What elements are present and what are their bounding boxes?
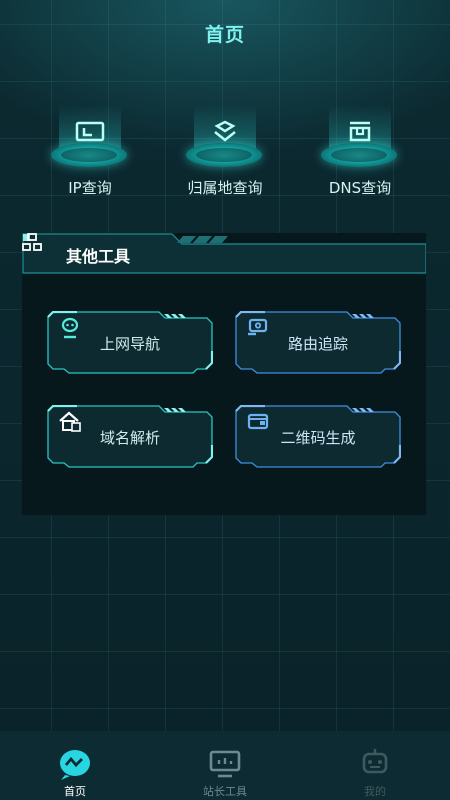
page-title: 首页 <box>204 24 245 46</box>
tab-home-label: 首页 <box>64 785 86 798</box>
qrcode-generate-card[interactable]: 二维码生成 <box>235 405 401 469</box>
panel-header: 其他工具 <box>22 233 426 274</box>
tab-webmaster-tools-label: 站长工具 <box>203 785 247 798</box>
panel-title: 其他工具 <box>66 247 131 266</box>
tab-mine[interactable]: 我的 <box>300 731 450 800</box>
web-navigation-card[interactable]: 上网导航 <box>47 311 213 375</box>
tab-mine-label: 我的 <box>364 785 386 798</box>
tab-home[interactable]: 首页 <box>0 731 150 800</box>
domain-resolve-card[interactable]: 域名解析 <box>47 405 213 469</box>
dns-query-button[interactable]: DNS查询 <box>305 105 415 205</box>
dns-query-label: DNS查询 <box>328 179 392 197</box>
route-trace-label: 路由追踪 <box>287 335 348 353</box>
ip-query-button[interactable]: IP查询 <box>35 105 145 205</box>
dns-icon <box>349 121 371 142</box>
location-query-label: 归属地查询 <box>187 179 263 197</box>
route-trace-card[interactable]: 路由追踪 <box>235 311 401 375</box>
tools-grid-icon <box>22 233 42 251</box>
location-query-button[interactable]: 归属地查询 <box>170 105 280 205</box>
web-navigation-label: 上网导航 <box>99 335 160 353</box>
ip-icon <box>75 121 105 142</box>
home-wave-icon <box>60 750 90 780</box>
tab-webmaster-tools[interactable]: 站长工具 <box>150 731 300 800</box>
domain-resolve-label: 域名解析 <box>99 429 160 447</box>
qrcode-generate-label: 二维码生成 <box>280 429 356 447</box>
other-tools-panel: 其他工具 上网导航 路由追踪 域名解析 二维码生成 <box>22 233 426 515</box>
ip-query-label: IP查询 <box>68 179 112 197</box>
robot-face-icon <box>362 749 388 774</box>
top-tools: IP查询 归属地查询 DNS查询 <box>0 105 450 215</box>
bottom-tab-bar: 首页 站长工具 我的 <box>0 731 450 800</box>
location-icon <box>214 120 236 142</box>
monitor-icon <box>209 750 241 778</box>
